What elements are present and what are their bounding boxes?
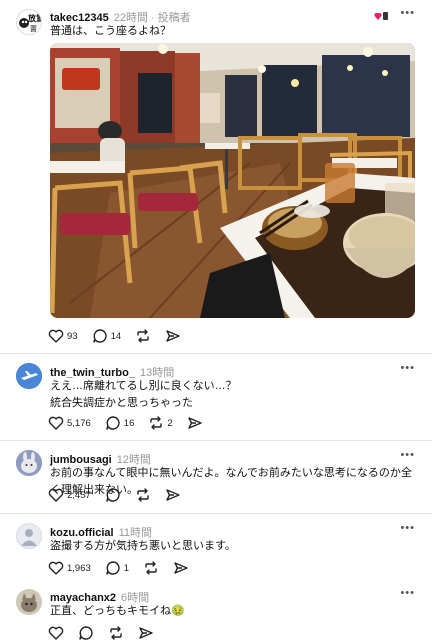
like-button[interactable]: 5,176 [48, 416, 91, 430]
reply-post: mayachanx2 6時間 ••• 正直、どっちもキモイね🤢 [0, 580, 432, 640]
avatar[interactable] [16, 450, 42, 476]
reply-button[interactable]: 14 [92, 328, 122, 344]
share-button[interactable] [138, 625, 154, 641]
repost-icon [145, 561, 157, 575]
reply-button[interactable] [105, 487, 121, 503]
reaction-badge [374, 10, 390, 25]
avatar-image-icon: 放置 置 [19, 13, 41, 33]
repost-icon [137, 488, 149, 502]
share-icon [166, 489, 180, 501]
heart-icon [48, 329, 64, 343]
like-button[interactable]: 2,457 [48, 488, 91, 502]
rabbit-avatar-icon [16, 450, 42, 476]
share-button[interactable] [165, 487, 181, 503]
avatar[interactable] [16, 363, 42, 389]
reply-post: the_twin_turbo_ 13時間 ••• ええ…席離れてるし別に良くない…… [0, 354, 432, 439]
heart-icon [48, 561, 64, 575]
repost-button[interactable] [143, 560, 159, 576]
more-button[interactable]: ••• [400, 362, 415, 374]
avatar[interactable] [16, 589, 42, 615]
reply-button[interactable]: 16 [105, 415, 135, 431]
comment-icon [106, 488, 120, 502]
reply-count: 14 [110, 330, 122, 342]
heart-badge-icon [374, 12, 388, 20]
reply-button[interactable] [78, 625, 94, 641]
repost-count: 2 [167, 417, 173, 429]
repost-icon [110, 626, 122, 640]
like-count: 5,176 [67, 417, 91, 429]
heart-icon [48, 626, 64, 640]
post-actions: 1,963 1 [48, 559, 203, 577]
airplane-avatar-icon [16, 363, 42, 389]
comment-icon [92, 329, 107, 343]
default-user-icon [21, 529, 37, 546]
more-button[interactable]: ••• [400, 449, 415, 461]
repost-button[interactable]: 2 [148, 415, 173, 431]
like-button[interactable]: 93 [48, 329, 78, 343]
post-text-line: ええ…席離れてるし別に良くない…？ [50, 380, 237, 392]
reply-button[interactable]: 1 [105, 560, 129, 576]
reply-count: 16 [123, 417, 135, 429]
svg-text:置: 置 [30, 25, 37, 33]
more-button[interactable]: ••• [400, 587, 415, 599]
more-button[interactable]: ••• [400, 7, 415, 19]
post-actions [48, 624, 168, 642]
share-button[interactable] [187, 415, 203, 431]
post-text-line: 統合失調症かと思っちゃった [50, 397, 193, 409]
share-button[interactable] [165, 328, 181, 344]
avatar[interactable] [16, 523, 42, 549]
like-button[interactable]: 1,963 [48, 561, 91, 575]
share-icon [174, 562, 188, 574]
share-icon [187, 417, 202, 429]
like-button[interactable] [48, 626, 64, 640]
comment-icon [106, 416, 120, 430]
reply-post: jumbousagi 12時間 ••• お前の事なんて眼中に無いんだよ。なんでお前… [0, 441, 432, 512]
repost-icon [137, 329, 149, 343]
post-actions: 2,457 [48, 486, 195, 504]
heart-icon [48, 488, 64, 502]
share-icon [166, 330, 180, 342]
like-count: 2,457 [67, 489, 91, 501]
avatar-text: 放置 [27, 13, 41, 23]
cat-avatar-icon [16, 589, 42, 615]
post-text: 正直、どっちもキモイね🤢 [50, 605, 185, 617]
repost-button[interactable] [135, 328, 151, 344]
post-photo[interactable] [50, 43, 415, 318]
restaurant-photo-image [50, 43, 415, 318]
avatar[interactable]: 放置 置 [16, 9, 42, 35]
repost-icon [150, 416, 163, 430]
heart-icon [48, 416, 64, 430]
reply-post: kozu.official 11時間 ••• 盗撮する方が気持ち悪いと思います。 … [0, 514, 432, 580]
post-actions: 93 14 [48, 327, 195, 345]
like-count: 93 [67, 330, 78, 342]
post-text: 普通は、こう座るよね？ [50, 25, 171, 37]
repost-button[interactable] [135, 487, 151, 503]
comment-icon [79, 626, 93, 640]
post-original: 放置 置 takec1234522時間·投稿者 ••• 普通は、こう座るよね？ [0, 0, 432, 352]
comment-icon [106, 561, 120, 575]
share-icon [139, 627, 153, 639]
reply-count: 1 [123, 562, 130, 574]
post-text: 盗撮する方が気持ち悪いと思います。 [50, 540, 236, 552]
post-actions: 5,176 16 2 [48, 414, 217, 432]
post-text: ええ…席離れてるし別に良くない…？ 統合失調症かと思っちゃった [50, 378, 237, 412]
like-count: 1,963 [67, 562, 91, 574]
repost-button[interactable] [108, 625, 124, 641]
share-button[interactable] [173, 560, 189, 576]
more-button[interactable]: ••• [400, 522, 415, 534]
